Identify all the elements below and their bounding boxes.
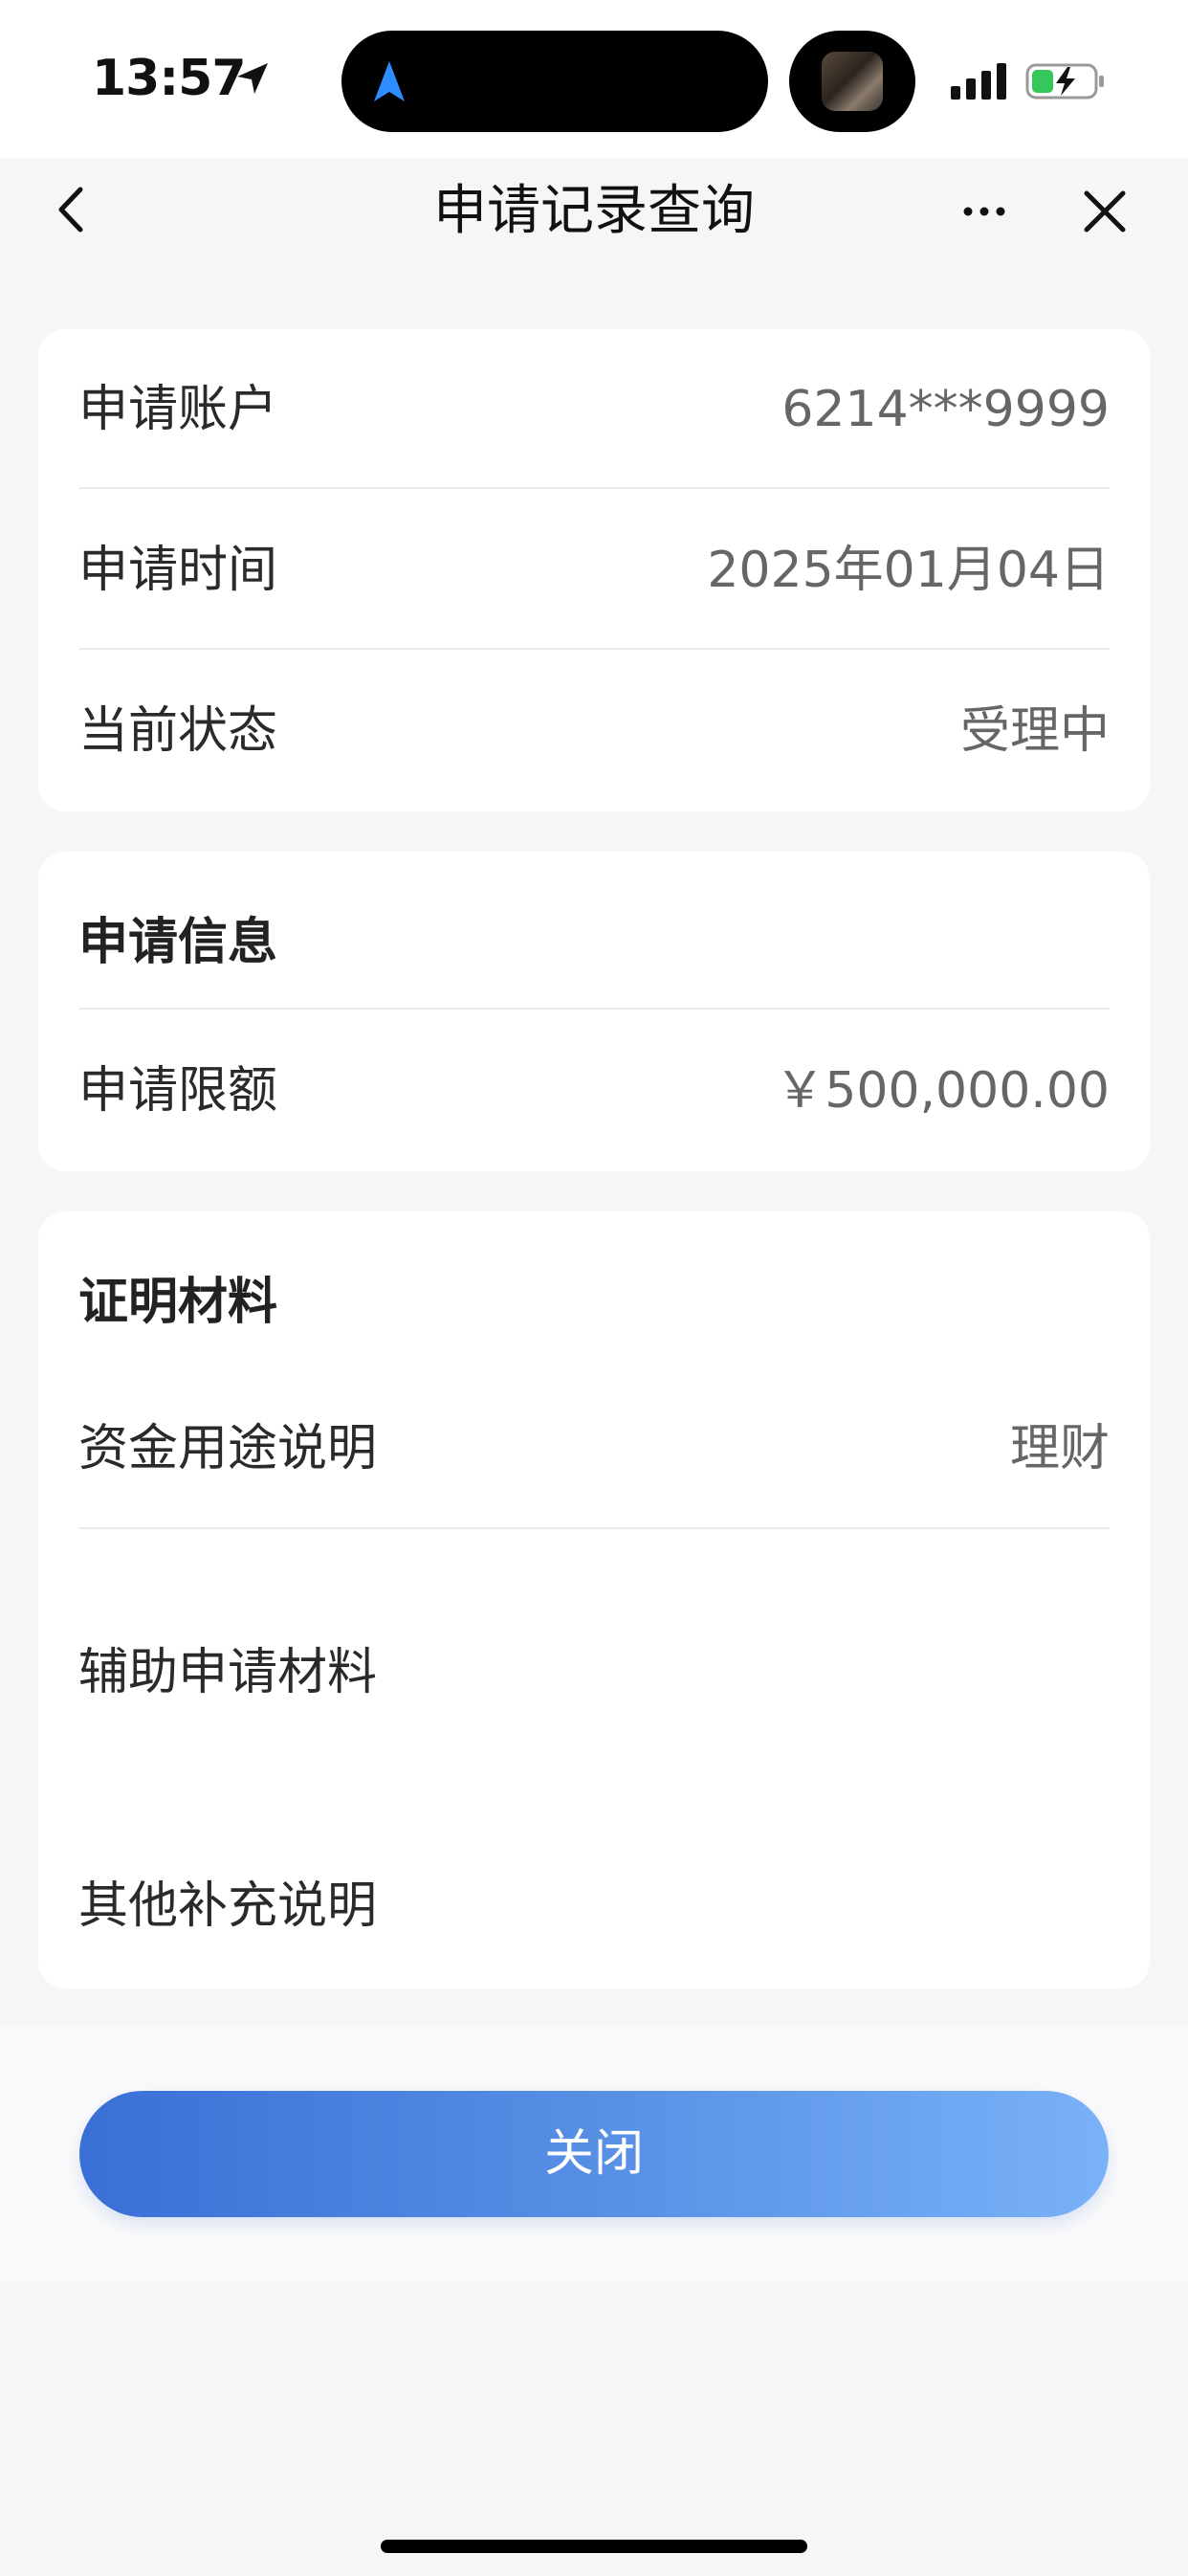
status-bar: 13:57	[0, 0, 1188, 158]
row-label: 其他补充说明	[78, 1877, 378, 1935]
battery-charging-icon	[1025, 63, 1104, 100]
more-horizontal-icon[interactable]	[957, 188, 1014, 235]
cellular-signal-icon	[951, 63, 1006, 100]
row-apply-time: 申请时间 2025年01月04日	[78, 490, 1110, 651]
row-label: 资金用途说明	[78, 1420, 378, 1477]
row-value: 理财	[1009, 1420, 1110, 1477]
row-value: 6214***9999	[781, 381, 1110, 438]
apply-info-card: 申请信息 申请限额 ￥500,000.00	[38, 852, 1150, 1171]
close-icon[interactable]	[1081, 188, 1129, 235]
account-card: 申请账户 6214***9999 申请时间 2025年01月04日 当前状态 受…	[38, 329, 1150, 811]
close-button[interactable]: 关闭	[79, 2091, 1109, 2217]
screen: 13:57 申请记录查询 申请账户 6214***9999 申请时间 2025年…	[0, 0, 1188, 2576]
navigation-icon	[374, 61, 405, 101]
row-fund-usage: 资金用途说明 理财	[78, 1368, 1110, 1529]
row-current-status: 当前状态 受理中	[78, 651, 1110, 811]
section-title: 证明材料	[78, 1274, 278, 1331]
home-indicator	[381, 2540, 807, 2553]
media-thumbnail	[822, 52, 883, 111]
row-apply-limit: 申请限额 ￥500,000.00	[78, 1010, 1110, 1171]
row-label: 辅助申请材料	[78, 1644, 378, 1701]
dynamic-island	[341, 31, 768, 132]
row-supporting-materials: 辅助申请材料	[78, 1592, 1110, 1753]
row-other-notes: 其他补充说明	[78, 1826, 1110, 1987]
section-title: 申请信息	[78, 914, 278, 971]
row-label: 申请时间	[78, 542, 278, 599]
row-label: 申请限额	[78, 1062, 278, 1120]
divider	[78, 1527, 1110, 1529]
divider	[78, 648, 1110, 650]
status-time: 13:57	[92, 50, 247, 107]
divider	[78, 487, 1110, 489]
row-label: 申请账户	[78, 381, 278, 438]
divider	[78, 1008, 1110, 1010]
row-label: 当前状态	[78, 702, 278, 760]
proof-materials-card: 证明材料 资金用途说明 理财 辅助申请材料 其他补充说明	[38, 1211, 1150, 1988]
row-apply-account: 申请账户 6214***9999	[78, 329, 1110, 490]
row-value: ￥500,000.00	[775, 1062, 1110, 1120]
dynamic-island-media	[789, 31, 915, 132]
location-arrow-icon	[237, 63, 268, 94]
row-value: 2025年01月04日	[707, 542, 1110, 599]
action-area: 关闭	[0, 2026, 1188, 2280]
status-badge: 受理中	[959, 702, 1110, 760]
